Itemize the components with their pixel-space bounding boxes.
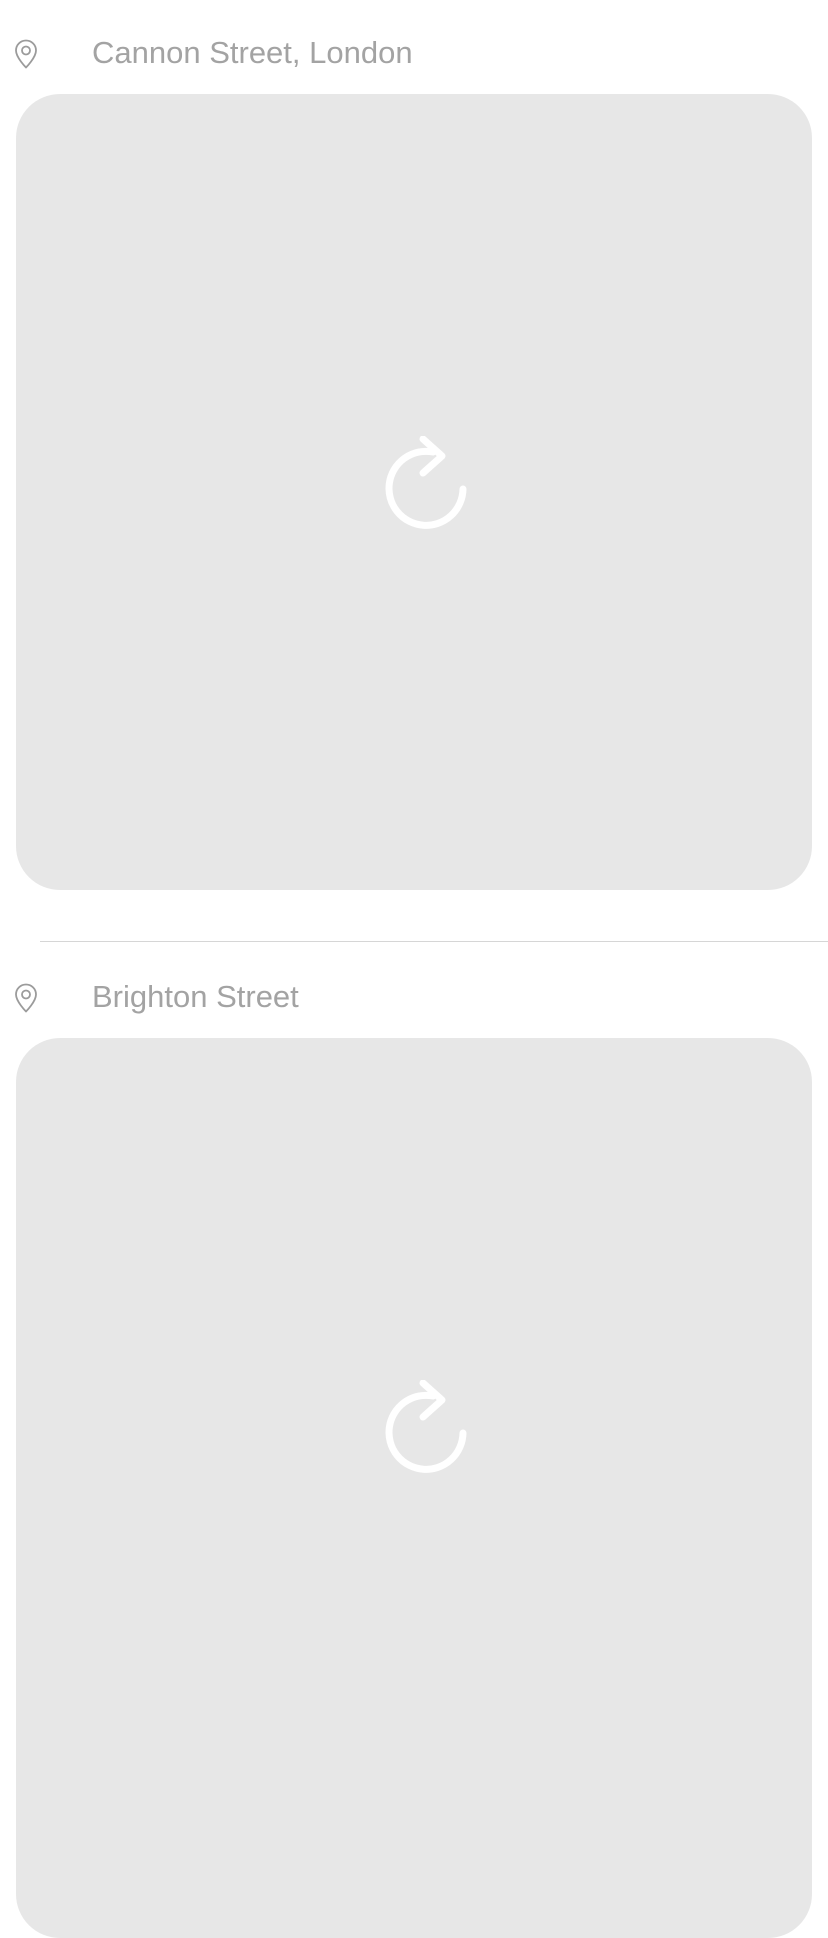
photo-placeholder[interactable] (16, 1038, 812, 1938)
reload-icon[interactable] (382, 1380, 472, 1490)
reload-icon[interactable] (382, 436, 472, 546)
post-feed: Cannon Street, London Brighton Street (0, 0, 828, 1938)
location-label[interactable]: Brighton Street (92, 978, 299, 1016)
location-label[interactable]: Cannon Street, London (92, 34, 413, 72)
map-pin-icon (15, 39, 37, 69)
post-card: Cannon Street, London (0, 0, 828, 944)
map-pin-icon (15, 983, 37, 1013)
post-card: Brighton Street (0, 944, 828, 1938)
location-row[interactable]: Brighton Street (0, 974, 828, 1020)
photo-placeholder[interactable] (16, 94, 812, 890)
location-row[interactable]: Cannon Street, London (0, 30, 828, 76)
post-divider (40, 941, 828, 942)
